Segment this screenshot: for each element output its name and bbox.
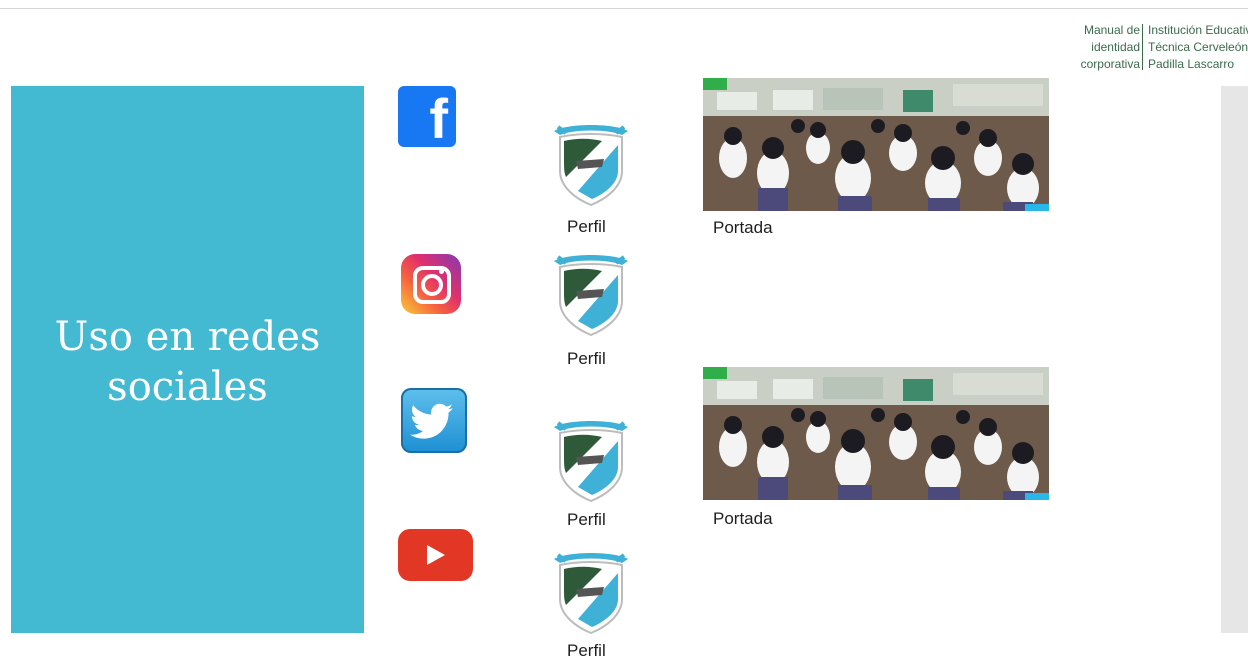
institution-name: Institución Educativa Técnica Cerveleón … [1148, 23, 1248, 71]
cover-photo [703, 367, 1049, 500]
section-title: Uso en redes sociales [54, 314, 321, 410]
school-crest-icon [552, 123, 630, 207]
school-crest-icon [552, 419, 630, 503]
right-margin-strip [1221, 86, 1248, 633]
cover-photo [703, 78, 1049, 211]
brand-header: Manual de identidad corporativa Instituc… [1020, 22, 1248, 74]
instagram-icon [401, 254, 461, 314]
profile-label-youtube: Perfil [567, 641, 606, 660]
manual-title: Manual de identidad corporativa [1080, 23, 1140, 71]
brand-separator [1142, 24, 1143, 70]
school-crest-icon [552, 253, 630, 337]
section-panel: Uso en redes sociales [11, 86, 364, 633]
twitter-icon [401, 388, 467, 453]
cover-label-twitter: Portada [713, 509, 773, 528]
facebook-icon: f [398, 86, 456, 147]
profile-label-instagram: Perfil [567, 349, 606, 368]
cover-label-facebook: Portada [713, 218, 773, 237]
top-divider [0, 8, 1248, 9]
profile-label-facebook: Perfil [567, 217, 606, 236]
profile-label-twitter: Perfil [567, 510, 606, 529]
youtube-icon [398, 529, 473, 581]
school-crest-icon [552, 551, 630, 635]
